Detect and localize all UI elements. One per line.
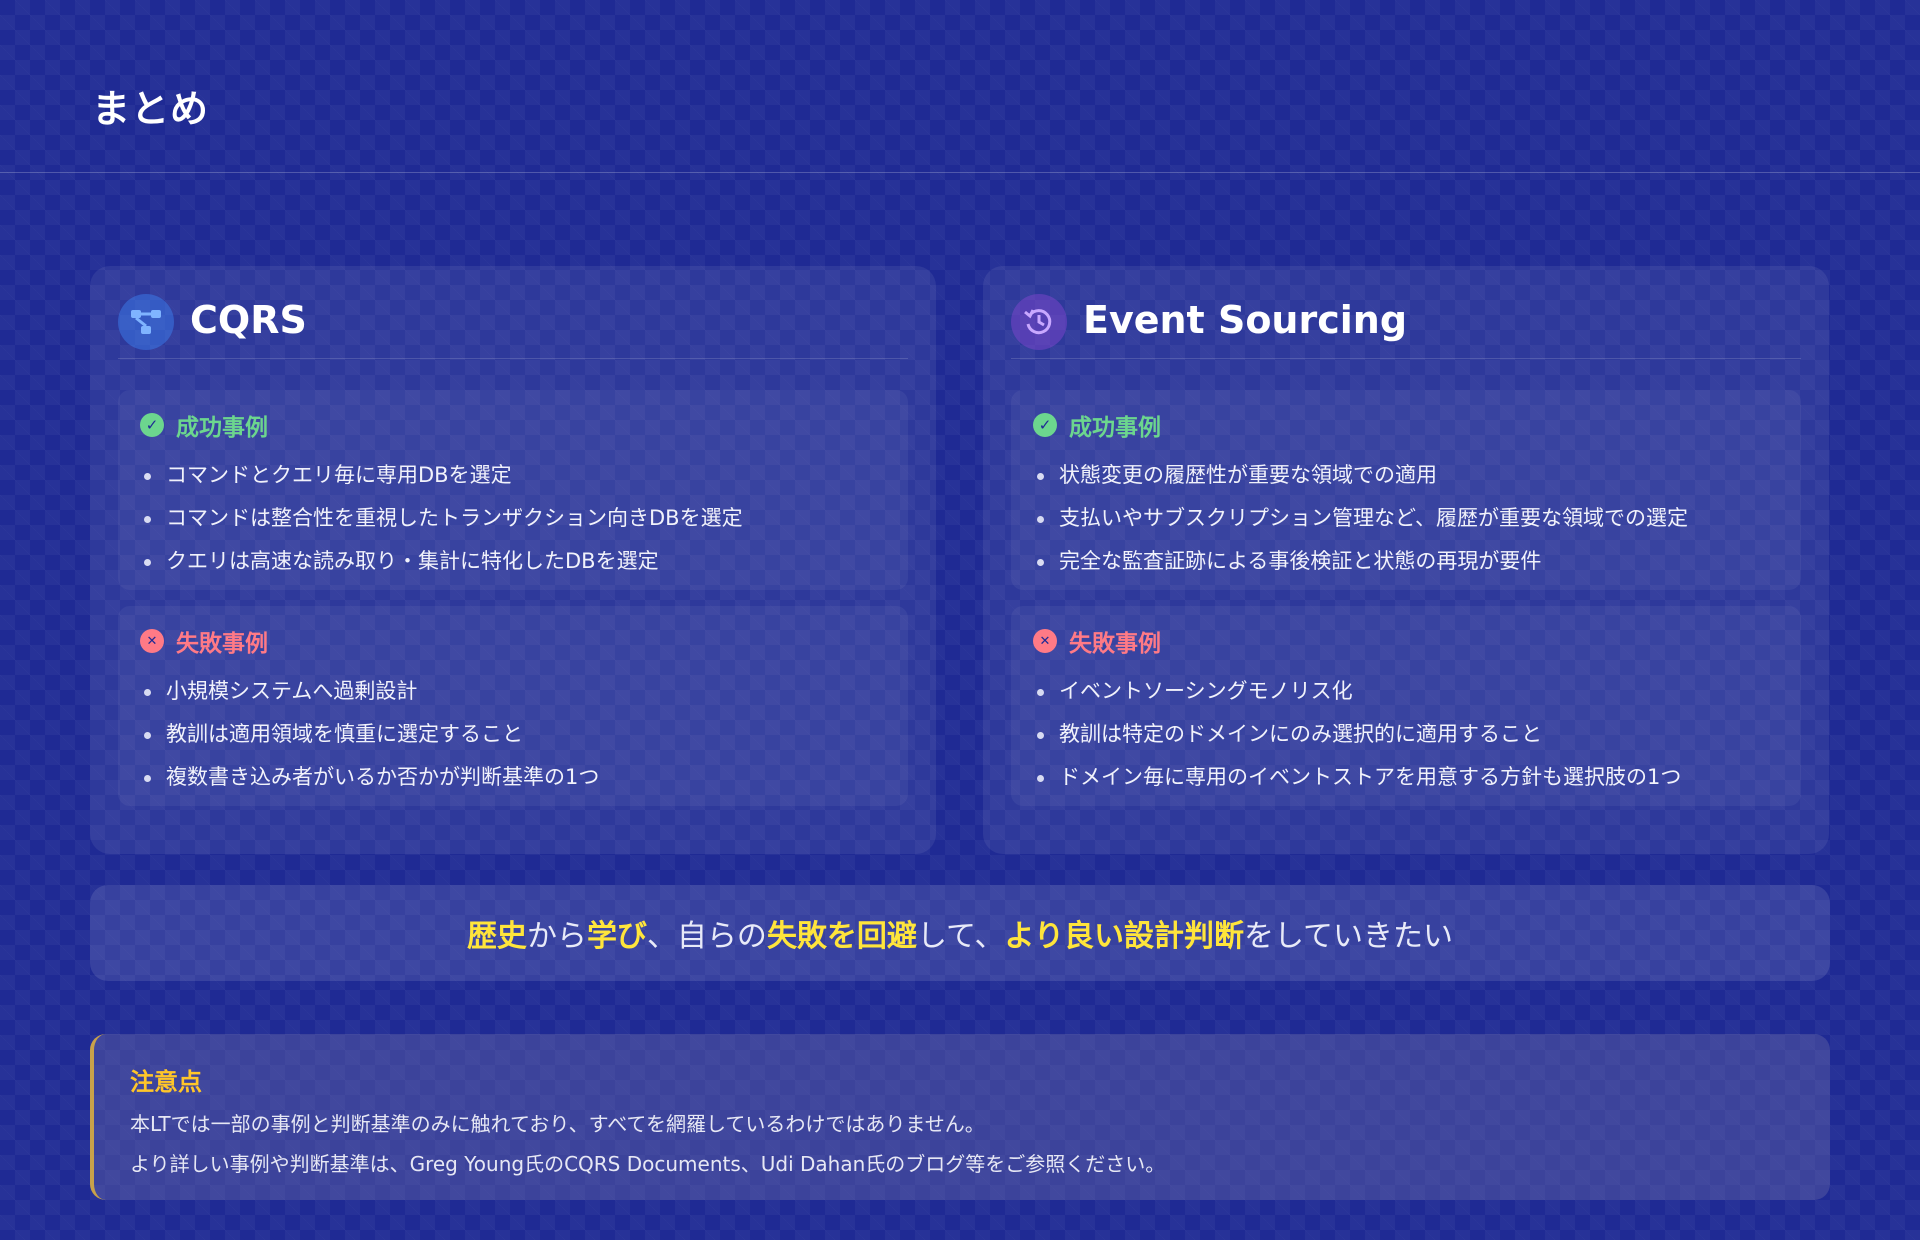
success-section: ✓ 成功事例 コマンドとクエリ毎に専用DBを選定 コマンドは整合性を重視したトラ… [118,390,908,590]
success-label: 成功事例 [176,415,268,441]
list-item: ドメイン毎に専用のイベントストアを用意する方針も選択肢の1つ [1033,756,1681,799]
banner-highlight: 歴史 [466,919,527,954]
failure-label: 失敗事例 [1069,631,1161,657]
list-item: クエリは高速な読み取り・集計に特化したDBを選定 [140,540,743,583]
success-list: 状態変更の履歴性が重要な領域での適用 支払いやサブスクリプション管理など、履歴が… [1033,454,1688,583]
event-sourcing-card: Event Sourcing ✓ 成功事例 状態変更の履歴性が重要な領域での適用… [983,266,1829,854]
failure-section: ✕ 失敗事例 小規模システムへ過剰設計 教訓は適用領域を慎重に選定すること 複数… [118,606,908,806]
history-icon [1011,294,1067,350]
summary-banner: 歴史 から 学び 、自らの 失敗を回避 して、 より良い設計判断 をしていきたい [90,885,1830,981]
success-label: 成功事例 [1069,415,1161,441]
x-circle-icon: ✕ [1033,629,1057,653]
header-divider [0,172,1920,173]
banner-text: から [526,919,587,954]
failure-list: 小規模システムへ過剰設計 教訓は適用領域を慎重に選定すること 複数書き込み者がい… [140,670,599,799]
card-header: CQRS [118,294,908,359]
page-title: まとめ [92,87,210,131]
note-text: より詳しい事例や判断基準は、Greg Young氏のCQRS Documents… [130,1152,1166,1176]
list-item: 複数書き込み者がいるか否かが判断基準の1つ [140,756,599,799]
success-list: コマンドとクエリ毎に専用DBを選定 コマンドは整合性を重視したトランザクション向… [140,454,743,583]
banner-highlight: 学び [586,919,647,954]
card-header: Event Sourcing [1011,294,1801,359]
check-circle-icon: ✓ [1033,413,1057,437]
failure-section: ✕ 失敗事例 イベントソーシングモノリス化 教訓は特定のドメインにのみ選択的に適… [1011,606,1801,806]
card-title: Event Sourcing [1083,298,1408,342]
list-item: イベントソーシングモノリス化 [1033,670,1681,713]
note-title: 注意点 [130,1068,202,1096]
list-item: 教訓は適用領域を慎重に選定すること [140,713,599,756]
list-item: 状態変更の履歴性が重要な領域での適用 [1033,454,1688,497]
diagram-flow-icon [118,294,174,350]
cqrs-card: CQRS ✓ 成功事例 コマンドとクエリ毎に専用DBを選定 コマンドは整合性を重… [90,266,936,854]
failure-list: イベントソーシングモノリス化 教訓は特定のドメインにのみ選択的に適用すること ド… [1033,670,1681,799]
banner-highlight: より良い設計判断 [1004,919,1244,954]
banner-text: 、自らの [646,919,767,954]
note-text: 本LTでは一部の事例と判断基準のみに触れており、すべてを網羅しているわけではあり… [130,1112,985,1136]
banner-text: をしていきたい [1243,919,1454,954]
caution-note: 注意点 本LTでは一部の事例と判断基準のみに触れており、すべてを網羅しているわけ… [90,1034,1830,1200]
list-item: 完全な監査証跡による事後検証と状態の再現が要件 [1033,540,1688,583]
list-item: 小規模システムへ過剰設計 [140,670,599,713]
list-item: コマンドは整合性を重視したトランザクション向きDBを選定 [140,497,743,540]
failure-label: 失敗事例 [176,631,268,657]
list-item: 支払いやサブスクリプション管理など、履歴が重要な領域での選定 [1033,497,1688,540]
list-item: コマンドとクエリ毎に専用DBを選定 [140,454,743,497]
x-circle-icon: ✕ [140,629,164,653]
card-title: CQRS [190,298,307,342]
success-section: ✓ 成功事例 状態変更の履歴性が重要な領域での適用 支払いやサブスクリプション管… [1011,390,1801,590]
banner-text: して、 [916,919,1005,954]
banner-highlight: 失敗を回避 [766,919,917,954]
list-item: 教訓は特定のドメインにのみ選択的に適用すること [1033,713,1681,756]
check-circle-icon: ✓ [140,413,164,437]
